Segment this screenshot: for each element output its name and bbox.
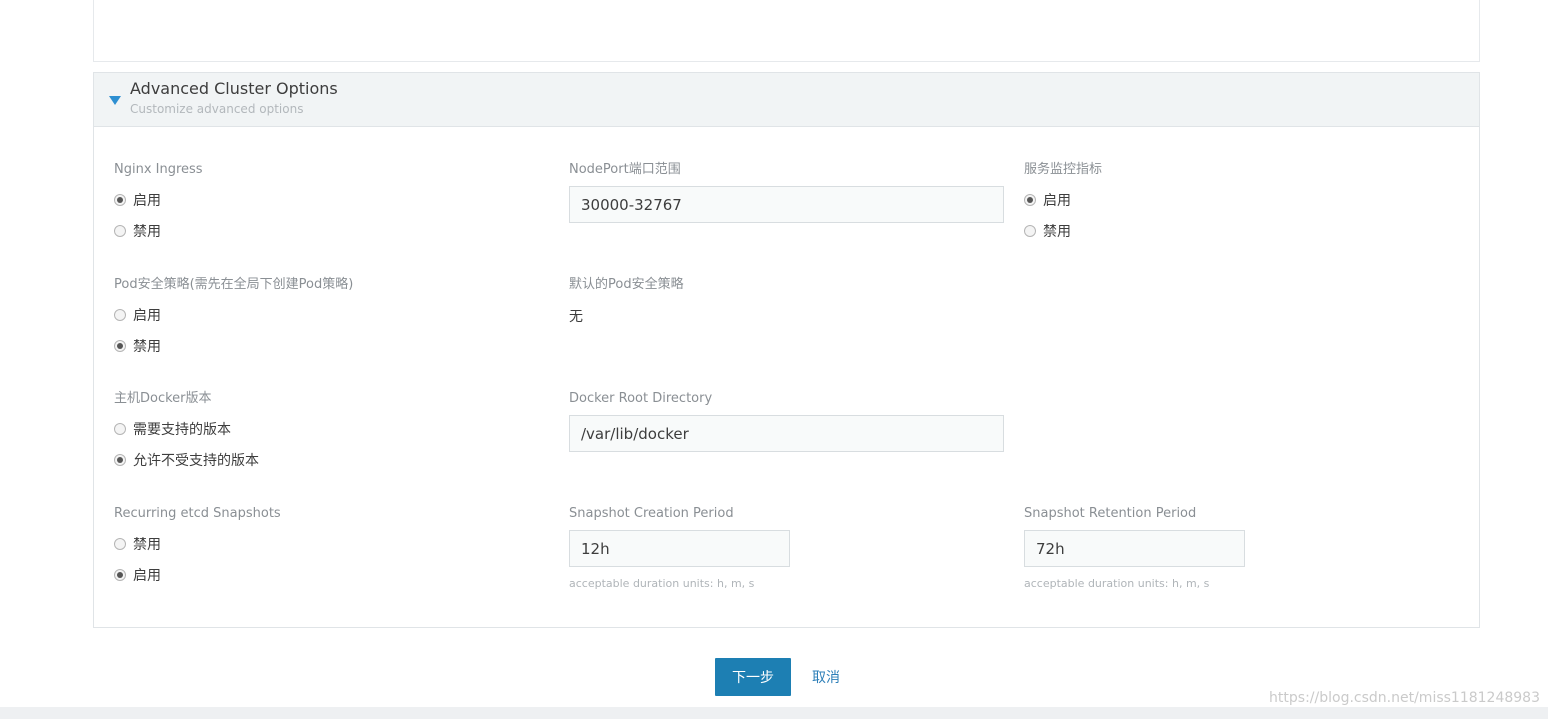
- advanced-options-header[interactable]: Advanced Cluster Options Customize advan…: [94, 73, 1479, 127]
- snapshot-retention-input[interactable]: 72h: [1024, 530, 1245, 567]
- etcd-snapshots-label: Recurring etcd Snapshots: [114, 506, 281, 521]
- docker-version-label: 主机Docker版本: [114, 391, 212, 406]
- docker-version-field: 主机Docker版本 需要支持的版本 允许不受支持的版本: [114, 390, 259, 470]
- snapshot-creation-label: Snapshot Creation Period: [569, 506, 734, 521]
- pod-security-label: Pod安全策略(需先在全局下创建Pod策略): [114, 277, 354, 292]
- snapshot-creation-input[interactable]: 12h: [569, 530, 790, 567]
- radio-checked-icon[interactable]: [114, 569, 126, 581]
- pod-security-option-disable[interactable]: 禁用: [114, 336, 353, 356]
- nginx-ingress-option-enable[interactable]: 启用: [114, 190, 203, 210]
- monitoring-option-enable[interactable]: 启用: [1024, 190, 1102, 210]
- radio-label: 需要支持的版本: [133, 422, 231, 438]
- advanced-options-subtitle: Customize advanced options: [130, 102, 304, 116]
- monitoring-field: 服务监控指标 启用 禁用: [1024, 161, 1102, 241]
- radio-checked-icon[interactable]: [114, 454, 126, 466]
- nginx-ingress-option-disable[interactable]: 禁用: [114, 221, 203, 241]
- radio-label: 允许不受支持的版本: [133, 453, 259, 469]
- radio-unchecked-icon[interactable]: [114, 309, 126, 321]
- bottom-bar: [0, 707, 1548, 719]
- etcd-snapshots-option-disable[interactable]: 禁用: [114, 534, 281, 554]
- monitoring-option-disable[interactable]: 禁用: [1024, 221, 1102, 241]
- pod-security-option-enable[interactable]: 启用: [114, 305, 353, 325]
- docker-root-input[interactable]: /var/lib/docker: [569, 415, 1004, 452]
- pod-security-field: Pod安全策略(需先在全局下创建Pod策略) 启用 禁用: [114, 276, 353, 356]
- radio-checked-icon[interactable]: [114, 340, 126, 352]
- previous-section-panel: [93, 0, 1480, 62]
- radio-unchecked-icon[interactable]: [114, 225, 126, 237]
- snapshot-retention-field: Snapshot Retention Period 72h acceptable…: [1024, 505, 1245, 590]
- radio-label: 启用: [1043, 193, 1071, 209]
- caret-down-icon[interactable]: [109, 96, 121, 105]
- radio-unchecked-icon[interactable]: [114, 423, 126, 435]
- watermark: https://blog.csdn.net/miss1181248983: [1269, 690, 1540, 706]
- snapshot-creation-field: Snapshot Creation Period 12h acceptable …: [569, 505, 790, 590]
- default-psp-label: 默认的Pod安全策略: [569, 277, 684, 292]
- radio-label: 启用: [133, 193, 161, 209]
- radio-unchecked-icon[interactable]: [1024, 225, 1036, 237]
- nginx-ingress-label: Nginx Ingress: [114, 162, 203, 177]
- radio-checked-icon[interactable]: [1024, 194, 1036, 206]
- radio-checked-icon[interactable]: [114, 194, 126, 206]
- monitoring-label: 服务监控指标: [1024, 162, 1103, 177]
- docker-root-field: Docker Root Directory /var/lib/docker: [569, 390, 1004, 452]
- nginx-ingress-field: Nginx Ingress 启用 禁用: [114, 161, 203, 241]
- radio-unchecked-icon[interactable]: [114, 538, 126, 550]
- nodeport-range-field: NodePort端口范围 30000-32767: [569, 161, 1004, 223]
- advanced-options-title: Advanced Cluster Options: [130, 79, 338, 98]
- cancel-button[interactable]: 取消: [812, 667, 840, 687]
- docker-version-option-unsupported[interactable]: 允许不受支持的版本: [114, 450, 259, 470]
- radio-label: 禁用: [133, 339, 161, 355]
- nodeport-range-input[interactable]: 30000-32767: [569, 186, 1004, 223]
- next-button[interactable]: 下一步: [715, 658, 791, 696]
- docker-version-option-supported[interactable]: 需要支持的版本: [114, 419, 259, 439]
- radio-label: 禁用: [133, 537, 161, 553]
- radio-label: 启用: [133, 568, 161, 584]
- radio-label: 启用: [133, 308, 161, 324]
- etcd-snapshots-option-enable[interactable]: 启用: [114, 565, 281, 585]
- docker-root-label: Docker Root Directory: [569, 391, 713, 406]
- default-psp-field: 默认的Pod安全策略 无: [569, 276, 684, 326]
- etcd-snapshots-field: Recurring etcd Snapshots 禁用 启用: [114, 505, 281, 585]
- snapshot-retention-label: Snapshot Retention Period: [1024, 506, 1197, 521]
- radio-label: 禁用: [133, 224, 161, 240]
- radio-label: 禁用: [1043, 224, 1071, 240]
- snapshot-creation-help: acceptable duration units: h, m, s: [569, 577, 755, 590]
- default-psp-value: 无: [569, 309, 583, 325]
- nodeport-range-label: NodePort端口范围: [569, 162, 681, 177]
- snapshot-retention-help: acceptable duration units: h, m, s: [1024, 577, 1210, 590]
